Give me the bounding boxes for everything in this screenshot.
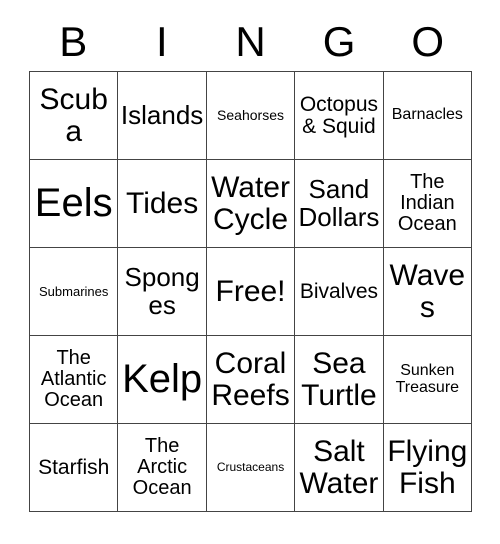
bingo-cell[interactable]: The Arctic Ocean [118,424,207,512]
bingo-cell[interactable]: Starfish [30,424,119,512]
bingo-cell-label: Tides [125,186,199,220]
bingo-cell[interactable]: Flying Fish [383,424,473,512]
bingo-cell[interactable]: Sponges [118,248,207,336]
header-letter-n: N [235,18,266,65]
bingo-cell-label: Free! [215,274,286,308]
bingo-cell-label: The Indian Ocean [397,171,457,235]
bingo-card: B I N G O Scuba Islands Seahorses Octopu… [29,0,473,512]
bingo-cell[interactable]: The Indian Ocean [383,160,473,248]
bingo-cell-label: Seahorses [217,107,284,124]
bingo-cell-label: Sponges [124,262,200,320]
bingo-cell[interactable]: Octopus & Squid [295,72,384,160]
bingo-cell[interactable]: Salt Water [295,424,384,512]
bingo-cell-label: Scuba [39,83,108,148]
bingo-cell[interactable]: Sunken Treasure [383,336,473,424]
header-letter-o: O [411,18,444,65]
bingo-cell[interactable]: Water Cycle [206,160,296,248]
bingo-cell-label: The Arctic Ocean [132,435,192,499]
bingo-cell-label: Coral Reefs [211,347,290,412]
bingo-cell-label: Salt Water [299,435,379,500]
bingo-cell[interactable]: Barnacles [383,72,473,160]
bingo-cell[interactable]: Coral Reefs [206,336,296,424]
bingo-cell-label: The Atlantic Ocean [40,347,107,411]
bingo-cell-label: Crustaceans [216,460,285,475]
bingo-cell-label: Kelp [122,356,203,401]
bingo-cell-label: Octopus & Squid [299,92,379,138]
header-letter-g: G [322,18,356,65]
bingo-cell[interactable]: Bivalves [295,248,384,336]
bingo-cell-label: Flying Fish [387,435,468,500]
bingo-cell-label: Bivalves [299,279,379,303]
bingo-cell[interactable]: Scuba [30,72,119,160]
bingo-cell-label: Sea Turtle [301,347,377,412]
bingo-cell[interactable]: Kelp [118,336,207,424]
bingo-cell-label: Waves [389,259,466,324]
bingo-row: Submarines Sponges Free! Bivalves Waves [30,248,473,336]
bingo-cell[interactable]: Submarines [30,248,119,336]
bingo-cell[interactable]: Sea Turtle [295,336,384,424]
bingo-row: Scuba Islands Seahorses Octopus & Squid … [30,72,473,160]
bingo-row: Starfish The Arctic Ocean Crustaceans Sa… [30,424,473,512]
bingo-cell-label: Barnacles [391,106,463,124]
bingo-cell-label: Submarines [39,283,109,299]
bingo-cell[interactable]: Eels [30,160,119,248]
bingo-cell-label: Eels [34,180,113,225]
bingo-cell[interactable]: The Atlantic Ocean [30,336,119,424]
bingo-cell[interactable]: Waves [383,248,473,336]
bingo-header-row: B I N G O [29,0,472,71]
bingo-cell-free[interactable]: Free! [206,248,296,336]
bingo-cell-label: Starfish [38,455,110,479]
bingo-grid: Scuba Islands Seahorses Octopus & Squid … [29,71,473,512]
bingo-cell[interactable]: Sand Dollars [295,160,384,248]
bingo-cell[interactable]: Islands [118,72,207,160]
bingo-cell-label: Islands [120,99,204,130]
bingo-cell-label: Sand Dollars [298,174,380,232]
bingo-row: The Atlantic Ocean Kelp Coral Reefs Sea … [30,336,473,424]
bingo-cell-label: Sunken Treasure [395,361,460,396]
bingo-cell-label: Water Cycle [211,171,290,236]
bingo-row: Eels Tides Water Cycle Sand Dollars The … [30,160,473,248]
header-letter-i: I [156,18,168,65]
bingo-cell[interactable]: Seahorses [206,72,296,160]
header-letter-b: B [59,18,88,65]
bingo-cell[interactable]: Crustaceans [206,424,296,512]
bingo-cell[interactable]: Tides [118,160,207,248]
